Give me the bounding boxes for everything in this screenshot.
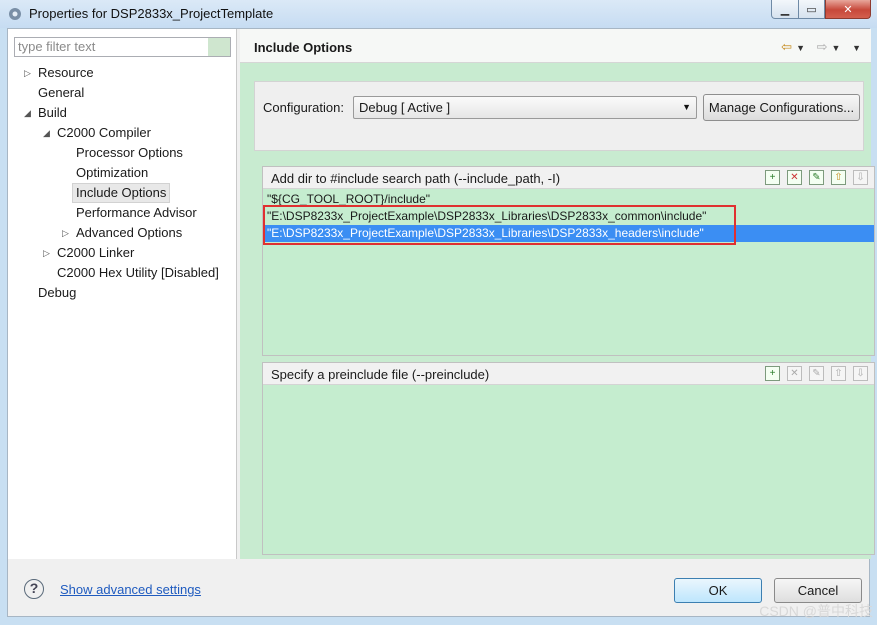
show-advanced-settings-link[interactable]: Show advanced settings	[60, 582, 201, 597]
tree-item[interactable]: ◢ C2000 Compiler	[43, 123, 151, 143]
back-arrow-icon[interactable]: ⇦	[781, 39, 796, 54]
include-path-header: Add dir to #include search path (--inclu…	[263, 167, 874, 189]
preinclude-title: Specify a preinclude file (--preinclude)	[271, 367, 490, 382]
expand-arrow-icon[interactable]: ▷	[24, 63, 31, 83]
add-icon[interactable]: +	[765, 170, 780, 185]
tree-item-label: Advanced Options	[76, 225, 183, 240]
list-item[interactable]: "E:\DSP8233x_ProjectExample\DSP2833x_Lib…	[265, 225, 874, 242]
tree-item-label: C2000 Hex Utility [Disabled]	[57, 265, 219, 280]
expand-arrow-icon[interactable]: ▷	[43, 243, 50, 263]
view-menu-icon[interactable]: ▼	[852, 43, 865, 53]
move-up-icon[interactable]: ⇧	[831, 366, 846, 381]
move-down-icon[interactable]: ⇩	[853, 366, 868, 381]
minimize-icon: ▁	[780, 3, 790, 16]
tree-item-label: Resource	[38, 65, 94, 80]
edit-icon[interactable]: ✎	[809, 170, 824, 185]
collapse-arrow-icon[interactable]: ◢	[43, 123, 50, 143]
filter-placeholder: type filter text	[18, 39, 96, 54]
tree-item[interactable]: General	[38, 83, 84, 103]
include-path-group: Add dir to #include search path (--inclu…	[262, 166, 875, 356]
help-icon[interactable]: ?	[24, 579, 44, 599]
include-path-toolbar: + ✕ ✎ ⇧ ⇩	[765, 170, 868, 185]
navigation-pane: type filter text ▷ Resource General ◢ Build ◢…	[8, 29, 237, 559]
tree-item[interactable]: C2000 Hex Utility [Disabled]	[57, 263, 219, 283]
delete-icon[interactable]: ✕	[787, 366, 802, 381]
tree-item-label: C2000 Compiler	[57, 125, 151, 140]
tree-item[interactable]: Processor Options	[76, 143, 183, 163]
list-item[interactable]: "${CG_TOOL_ROOT}/include"	[265, 191, 874, 208]
manage-configurations-button[interactable]: Manage Configurations...	[703, 94, 860, 121]
preinclude-toolbar: + ✕ ✎ ⇧ ⇩	[765, 366, 868, 381]
collapse-arrow-icon[interactable]: ◢	[24, 103, 31, 123]
tree-item[interactable]: ▷ Advanced Options	[62, 223, 183, 243]
window-title: Properties for DSP2833x_ProjectTemplate	[29, 6, 274, 21]
tree-item[interactable]: ▷ Resource	[24, 63, 94, 83]
tree-item[interactable]: Include Options	[72, 183, 171, 203]
cancel-button[interactable]: Cancel	[774, 578, 862, 603]
add-icon[interactable]: +	[765, 366, 780, 381]
tree-item-label: Optimization	[76, 165, 149, 180]
include-path-title: Add dir to #include search path (--inclu…	[271, 171, 561, 186]
filter-input[interactable]: type filter text	[14, 37, 231, 57]
move-up-icon[interactable]: ⇧	[831, 170, 846, 185]
forward-arrow-icon[interactable]: ⇨	[817, 39, 832, 54]
page-title: Include Options	[254, 40, 353, 55]
edit-icon[interactable]: ✎	[809, 366, 824, 381]
configuration-select[interactable]: Debug [ Active ] ▼	[353, 96, 697, 119]
chevron-down-icon: ▼	[682, 102, 691, 112]
tree-item-label: Include Options	[76, 185, 167, 200]
configuration-section: Configuration: Debug [ Active ] ▼ Manage…	[254, 81, 864, 151]
preinclude-header: Specify a preinclude file (--preinclude)…	[263, 363, 874, 385]
tree-item[interactable]: ▷ C2000 Linker	[43, 243, 135, 263]
tree-item[interactable]: Debug	[38, 283, 76, 303]
preinclude-group: Specify a preinclude file (--preinclude)…	[262, 362, 875, 555]
tree-item-label: Build	[38, 105, 67, 120]
expand-arrow-icon[interactable]: ▷	[62, 223, 69, 243]
tree-item-label: C2000 Linker	[57, 245, 135, 260]
move-down-icon[interactable]: ⇩	[853, 170, 868, 185]
maximize-icon: ▭	[806, 3, 817, 16]
ok-button[interactable]: OK	[674, 578, 762, 603]
tree-item-label: Performance Advisor	[76, 205, 197, 220]
close-icon: ✕	[843, 3, 853, 16]
tree-item[interactable]: Performance Advisor	[76, 203, 197, 223]
back-dropdown-icon[interactable]: ▼	[796, 43, 809, 53]
configuration-label: Configuration:	[263, 100, 344, 115]
tree-item-label: Processor Options	[76, 145, 183, 160]
watermark: CSDN @普中科技	[759, 603, 873, 619]
page-header: Include Options ⇦▼ ⇨▼ ▼	[240, 29, 871, 63]
forward-dropdown-icon[interactable]: ▼	[832, 43, 845, 53]
delete-icon[interactable]: ✕	[787, 170, 802, 185]
clear-filter-icon[interactable]	[208, 38, 230, 56]
close-button[interactable]: ✕	[825, 0, 871, 19]
title-bar: Properties for DSP2833x_ProjectTemplate …	[0, 0, 877, 28]
maximize-button[interactable]: ▭	[798, 0, 825, 19]
dialog-client: type filter text ▷ Resource General ◢ Build ◢…	[7, 28, 875, 617]
tree-item-label: Debug	[38, 285, 77, 300]
settings-app-icon	[9, 8, 21, 20]
list-item[interactable]: "E:\DSP8233x_ProjectExample\DSP2833x_Lib…	[265, 208, 874, 225]
configuration-value: Debug [ Active ]	[359, 100, 451, 115]
tree-item-label: General	[38, 85, 85, 100]
minimize-button[interactable]: ▁	[771, 0, 799, 19]
tree-item[interactable]: ◢ Build	[24, 103, 67, 123]
tree-item[interactable]: Optimization	[76, 163, 148, 183]
content-pane: Include Options ⇦▼ ⇨▼ ▼ Configuration: D…	[240, 29, 875, 559]
navigation-buttons: ⇦▼ ⇨▼ ▼	[781, 39, 865, 55]
